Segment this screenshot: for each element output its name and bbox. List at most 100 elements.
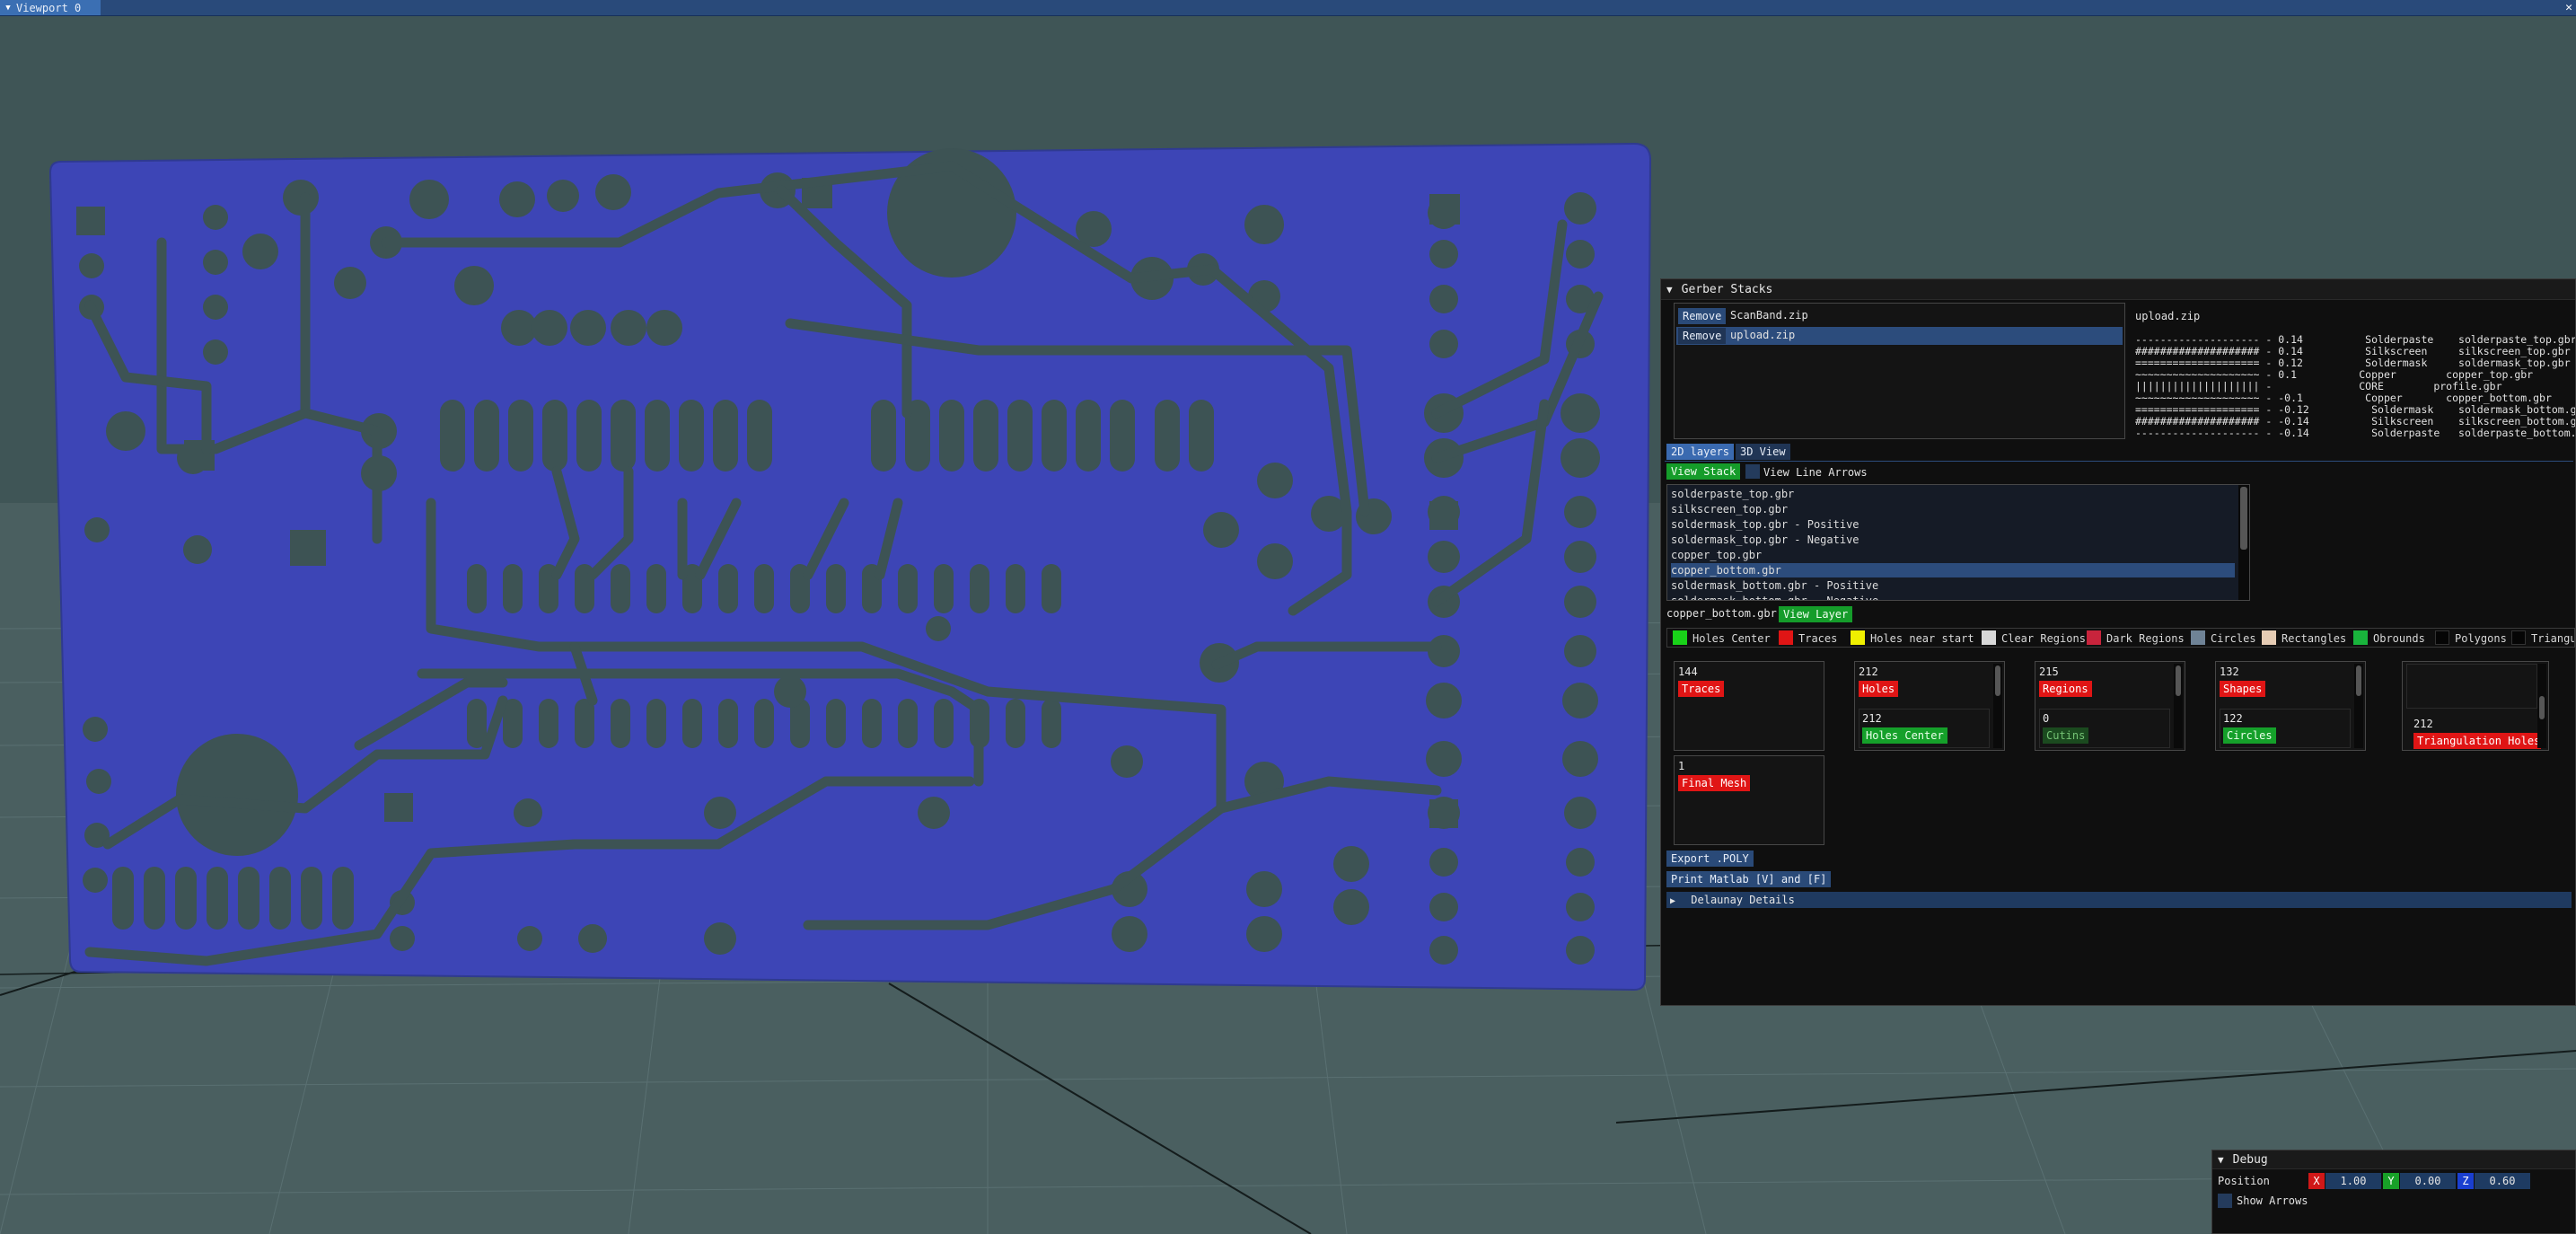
legend-dark-regions: Dark Regions <box>2087 630 2185 646</box>
swatch-icon <box>2353 630 2368 645</box>
stack-file-name: upload.zip <box>2135 310 2201 322</box>
legend-obrounds: Obrounds <box>2353 630 2425 646</box>
stack-line: ~~~~~~~~~~~~~~~~~~~~ - 0.1 Copper copper… <box>2135 368 2534 381</box>
card-regions: 215 Regions 0 Cutins <box>2035 661 2185 751</box>
view-line-arrows-checkbox[interactable] <box>1745 464 1760 479</box>
viewport-title: Viewport 0 <box>16 1 82 14</box>
swatch-icon <box>2087 630 2101 645</box>
view-stack-button[interactable]: View Stack <box>1666 463 1741 480</box>
card-count: 1 <box>1678 760 1685 772</box>
position-label: Position <box>2218 1175 2270 1187</box>
gerber-stacks-header[interactable]: ▼ Gerber Stacks <box>1661 279 2575 300</box>
view-tabs: 2D layers 3D View <box>1665 443 2573 462</box>
swatch-icon <box>1673 630 1687 645</box>
stack-line: |||||||||||||||||||| - CORE profile.gbr <box>2135 380 2502 392</box>
archive-name: ScanBand.zip <box>1730 309 1808 322</box>
view-line-arrows-label: View Line Arrows <box>1763 466 1868 479</box>
position-z-input[interactable]: 0.60 <box>2475 1173 2530 1189</box>
card-label[interactable]: Holes <box>1859 681 1899 697</box>
swatch-icon <box>2511 630 2526 645</box>
sub-card-label[interactable]: Circles <box>2223 727 2276 744</box>
swatch-icon <box>2435 630 2449 645</box>
card-triangulation: 212 Triangulation Holes <box>2402 661 2549 751</box>
card-traces: 144 Traces <box>1674 661 1824 751</box>
show-arrows-label: Show Arrows <box>2237 1194 2308 1207</box>
position-y-input[interactable]: 0.00 <box>2400 1173 2456 1189</box>
archive-row-scanband[interactable]: Remove ScanBand.zip <box>1676 307 2123 325</box>
sub-card-count: 0 <box>2043 712 2050 725</box>
current-layer-name: copper_bottom.gbr <box>1666 607 1777 620</box>
swatch-icon <box>1851 630 1865 645</box>
scroll-thumb[interactable] <box>2356 665 2361 696</box>
close-icon[interactable]: ✕ <box>2565 0 2572 15</box>
sub-card-count: 212 <box>1862 712 1882 725</box>
stack-line: -------------------- - -0.14 Solderpaste… <box>2135 427 2575 439</box>
card-scrollbar[interactable] <box>1993 664 2002 748</box>
card-label[interactable]: Regions <box>2039 681 2092 697</box>
triangle-down-icon[interactable]: ▼ <box>1666 284 1673 295</box>
delaunay-details-label: Delaunay Details <box>1691 894 1795 906</box>
layer-list[interactable]: solderpaste_top.gbr silkscreen_top.gbr s… <box>1666 484 2250 601</box>
card-count: 132 <box>2220 665 2239 678</box>
delaunay-details-header[interactable]: ▶ Delaunay Details <box>1666 892 2572 908</box>
swatch-icon <box>2262 630 2276 645</box>
stack-line: ~~~~~~~~~~~~~~~~~~~~ - -0.1 Copper coppe… <box>2135 392 2552 404</box>
sub-card-label[interactable]: Triangulation Holes <box>2413 733 2541 749</box>
scroll-thumb[interactable] <box>2539 696 2545 719</box>
list-item[interactable]: copper_top.gbr <box>1671 548 2235 562</box>
sub-card-holes-center: 212 Holes Center <box>1859 709 1990 748</box>
sub-card-label[interactable]: Holes Center <box>1862 727 1947 744</box>
triangle-down-icon[interactable]: ▼ <box>2218 1154 2224 1166</box>
swatch-icon <box>2191 630 2205 645</box>
tab-2d-layers[interactable]: 2D layers <box>1666 444 1735 460</box>
list-item[interactable]: soldermask_top.gbr - Positive <box>1671 517 2235 532</box>
legend-holes-near-start: Holes near start <box>1851 630 1974 646</box>
z-axis-label: Z <box>2457 1173 2474 1189</box>
card-count: 144 <box>1678 665 1698 678</box>
export-poly-button[interactable]: Export .POLY <box>1666 851 1754 867</box>
list-item-selected[interactable]: copper_bottom.gbr <box>1671 563 2235 577</box>
card-scrollbar[interactable] <box>2354 664 2363 748</box>
debug-header[interactable]: ▼ Debug <box>2212 1150 2575 1169</box>
pcb-board[interactable] <box>48 142 1652 992</box>
x-axis-label: X <box>2308 1173 2325 1189</box>
remove-button[interactable]: Remove <box>1678 308 1727 324</box>
scroll-thumb[interactable] <box>2240 487 2247 550</box>
archive-row-upload[interactable]: Remove upload.zip <box>1676 327 2123 345</box>
print-matlab-button[interactable]: Print Matlab [V] and [F] <box>1666 871 1832 887</box>
sub-card-empty <box>2406 664 2537 709</box>
remove-button[interactable]: Remove <box>1678 328 1727 344</box>
list-item[interactable]: soldermask_bottom.gbr - Positive <box>1671 578 2235 593</box>
card-label[interactable]: Final Mesh <box>1678 775 1751 791</box>
list-item[interactable]: soldermask_bottom.gbr - Negative <box>1671 594 2235 600</box>
card-label[interactable]: Traces <box>1678 681 1725 697</box>
archive-name: upload.zip <box>1730 329 1796 341</box>
list-item[interactable]: silkscreen_top.gbr <box>1671 502 2235 516</box>
scroll-thumb[interactable] <box>2176 665 2181 696</box>
list-item[interactable]: soldermask_top.gbr - Negative <box>1671 533 2235 547</box>
triangle-right-icon[interactable]: ▶ <box>1670 896 1675 906</box>
card-holes: 212 Holes 212 Holes Center <box>1854 661 2005 751</box>
layer-list-scrollbar[interactable] <box>2238 485 2249 600</box>
debug-title: Debug <box>2232 1152 2268 1167</box>
card-shapes: 132 Shapes 122 Circles <box>2215 661 2366 751</box>
card-scrollbar[interactable] <box>2174 664 2183 748</box>
stack-line: #################### - -0.14 Silkscreen … <box>2135 415 2575 427</box>
legend-traces: Traces <box>1779 630 1837 646</box>
position-x-input[interactable]: 1.00 <box>2325 1173 2381 1189</box>
stack-view: upload.zip -------------------- - 0.14 S… <box>2130 303 2575 439</box>
triangle-down-icon[interactable]: ▼ <box>0 4 16 13</box>
sub-card-label[interactable]: Cutins <box>2043 727 2089 744</box>
view-layer-button[interactable]: View Layer <box>1779 606 1853 622</box>
archive-list[interactable]: Remove ScanBand.zip Remove upload.zip <box>1674 303 2125 439</box>
legend-triangulation: Triangu <box>2511 630 2574 646</box>
card-label[interactable]: Shapes <box>2220 681 2266 697</box>
list-item[interactable]: solderpaste_top.gbr <box>1671 487 2235 501</box>
viewport-tab[interactable]: ▼ Viewport 0 <box>0 0 101 15</box>
tab-3d-view[interactable]: 3D View <box>1736 444 1790 460</box>
show-arrows-checkbox[interactable] <box>2218 1194 2232 1208</box>
sub-card-circles: 122 Circles <box>2220 709 2351 748</box>
scroll-thumb[interactable] <box>1995 665 2000 696</box>
card-scrollbar[interactable] <box>2537 664 2546 748</box>
y-axis-label: Y <box>2383 1173 2399 1189</box>
